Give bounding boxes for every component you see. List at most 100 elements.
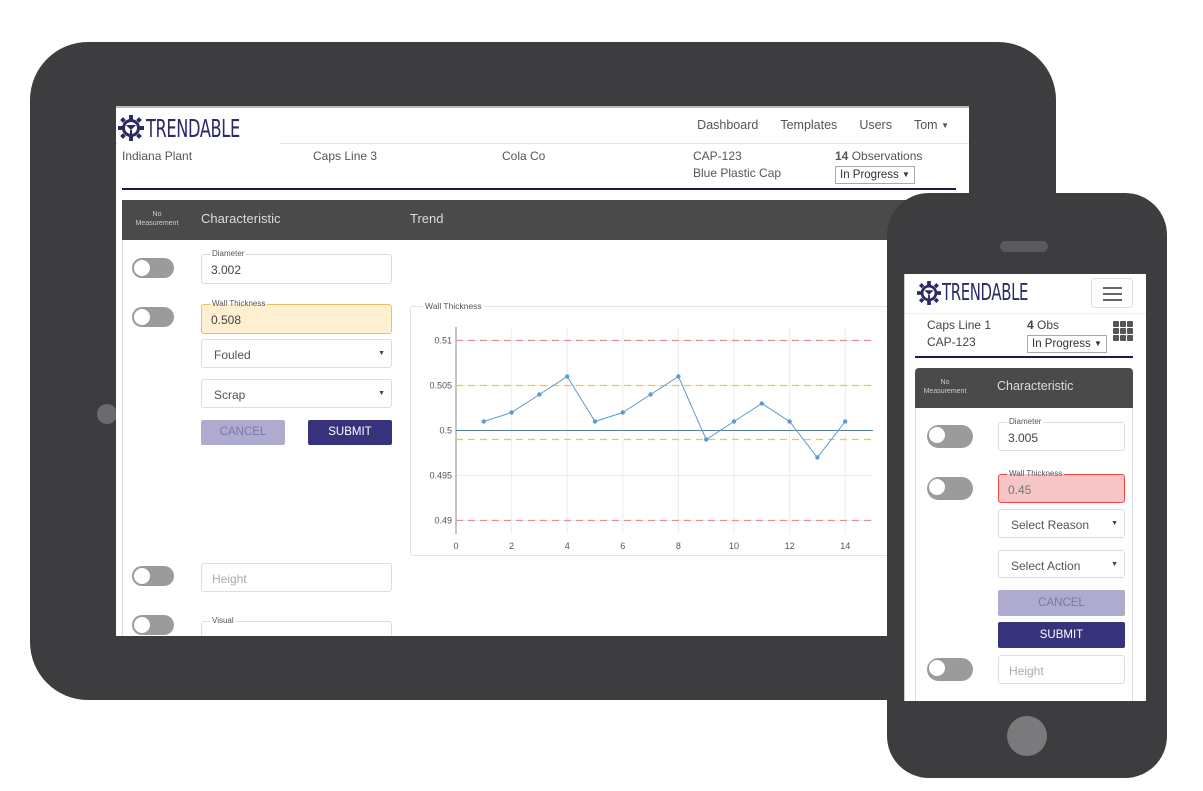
height-field[interactable]: Height xyxy=(201,563,392,592)
reason-select[interactable]: Fouled ▼ xyxy=(201,339,392,368)
observation-count: 4 xyxy=(1027,318,1034,332)
reason-value: Fouled xyxy=(214,348,251,362)
data-point xyxy=(620,410,625,415)
menu-toggle-button[interactable] xyxy=(1091,278,1133,308)
table-header: No Measurement Characteristic xyxy=(915,368,1133,408)
caret-down-icon: ▼ xyxy=(1111,520,1118,527)
apps-grid-icon[interactable] xyxy=(1113,321,1133,341)
submit-button[interactable]: SUBMIT xyxy=(998,622,1125,648)
col-characteristic: Characteristic xyxy=(201,211,281,226)
status-select[interactable]: In Progress ▼ xyxy=(1027,335,1107,354)
field-label: Diameter xyxy=(1007,417,1044,427)
no-measurement-toggle[interactable] xyxy=(132,566,174,586)
field-value: 0.508 xyxy=(211,313,242,327)
tablet-camera xyxy=(97,404,117,424)
tablet-screen: TRENDABLE Dashboard Templates Users Tom … xyxy=(116,106,969,636)
x-tick-label: 14 xyxy=(840,541,850,551)
height-field[interactable]: Height xyxy=(998,655,1125,684)
x-tick-label: 8 xyxy=(676,541,681,551)
nav-dashboard[interactable]: Dashboard xyxy=(697,118,758,132)
part-info: CAP-123 Blue Plastic Cap xyxy=(693,148,781,182)
part-name: Blue Plastic Cap xyxy=(693,166,782,180)
chart-svg: 0 2 4 6 8 10 12 14 0.49 0.495 0.5 0.505 0.51 xyxy=(429,327,873,551)
col-no-measurement: No Measurement xyxy=(923,379,967,395)
x-tick-label: 2 xyxy=(509,541,514,551)
chart-title: Wall Thickness xyxy=(423,301,484,311)
y-tick-label: 0.5 xyxy=(439,426,452,436)
x-tick-label: 10 xyxy=(729,541,739,551)
header-divider xyxy=(122,188,956,190)
no-measurement-toggle[interactable] xyxy=(132,307,174,327)
user-name: Tom xyxy=(913,118,938,132)
data-point xyxy=(787,419,792,424)
part-number: CAP-123 xyxy=(927,335,976,349)
hamburger-icon xyxy=(1103,287,1122,289)
logo-text: TRENDABLE xyxy=(146,113,240,143)
series-line xyxy=(483,375,846,459)
no-measurement-toggle[interactable] xyxy=(927,658,973,681)
data-point xyxy=(759,401,764,406)
no-measurement-toggle[interactable] xyxy=(132,258,174,278)
action-select[interactable]: Select Action ▼ xyxy=(998,550,1125,578)
reason-placeholder: Select Reason xyxy=(1011,518,1090,532)
no-measurement-toggle[interactable] xyxy=(927,425,973,448)
caret-down-icon: ▼ xyxy=(378,390,385,397)
phone-speaker xyxy=(1000,241,1048,252)
data-point xyxy=(704,437,709,442)
header-divider xyxy=(915,356,1133,358)
data-point xyxy=(676,374,681,379)
nav-users[interactable]: Users xyxy=(859,118,892,132)
col-no-measurement: No Measurement xyxy=(135,211,179,227)
phone-screen: TRENDABLE Caps Line 1 CAP-123 4 Obs In P… xyxy=(904,274,1146,701)
line-name: Caps Line 1 xyxy=(927,318,992,332)
caret-down-icon: ▼ xyxy=(1094,339,1102,348)
line-info: Caps Line 1 CAP-123 xyxy=(927,317,991,351)
cancel-button[interactable]: CANCEL xyxy=(201,420,285,445)
status-select[interactable]: In Progress ▼ xyxy=(835,166,915,185)
diameter-field[interactable]: Diameter 3.005 xyxy=(998,417,1125,451)
observations-info: 4 Obs In Progress ▼ xyxy=(1027,317,1107,354)
observations-info: 14 Observations In Progress ▼ xyxy=(835,148,923,185)
logo[interactable]: TRENDABLE xyxy=(917,280,1062,306)
data-point xyxy=(481,419,486,424)
x-tick-label: 6 xyxy=(620,541,625,551)
col-characteristic: Characteristic xyxy=(997,379,1074,393)
data-point xyxy=(731,419,737,424)
x-tick-label: 0 xyxy=(453,541,458,551)
observation-label: Obs xyxy=(1037,318,1060,332)
data-point xyxy=(648,392,653,397)
trend-chart: Wall Thickness 0 2 4 6 8 10 12 14 0.49 0.495 0.5 0.… xyxy=(410,301,890,556)
data-point xyxy=(815,455,820,460)
submit-button[interactable]: SUBMIT xyxy=(308,420,392,445)
mobile-navbar: TRENDABLE xyxy=(905,274,1146,314)
x-tick-label: 4 xyxy=(565,541,570,551)
nav-templates[interactable]: Templates xyxy=(780,118,837,132)
data-point xyxy=(592,419,598,424)
main-nav: Dashboard Templates Users Tom ▼ xyxy=(697,118,949,132)
y-tick-label: 0.51 xyxy=(434,336,452,346)
col-trend: Trend xyxy=(410,211,444,226)
no-measurement-toggle[interactable] xyxy=(927,477,973,500)
user-menu[interactable]: Tom ▼ xyxy=(914,118,949,132)
observation-label: Observations xyxy=(851,149,923,163)
reason-select[interactable]: Select Reason ▼ xyxy=(998,509,1125,538)
plant-name: Indiana Plant xyxy=(122,149,193,163)
table-border xyxy=(122,240,123,636)
diameter-field[interactable]: Diameter 3.002 xyxy=(201,249,392,284)
wall-thickness-field[interactable]: Wall Thickness 0.508 xyxy=(201,299,392,334)
no-measurement-toggle[interactable] xyxy=(132,615,174,635)
wall-thickness-field[interactable]: Wall Thickness 0.45 xyxy=(998,469,1125,503)
home-button[interactable] xyxy=(1007,716,1047,756)
field-label: Diameter xyxy=(210,249,247,259)
logo[interactable]: TRENDABLE xyxy=(118,110,281,146)
part-number: CAP-123 xyxy=(693,149,742,163)
gear-logo-icon xyxy=(917,281,941,305)
cancel-button[interactable]: CANCEL xyxy=(998,590,1125,616)
caret-down-icon: ▼ xyxy=(941,121,949,131)
logo-text: TRENDABLE xyxy=(942,280,1029,306)
action-value: Scrap xyxy=(214,388,246,402)
field-label: Visual xyxy=(210,616,236,626)
line-name: Caps Line 3 xyxy=(313,149,378,163)
visual-field[interactable]: Visual xyxy=(201,616,392,636)
action-select[interactable]: Scrap ▼ xyxy=(201,379,392,408)
